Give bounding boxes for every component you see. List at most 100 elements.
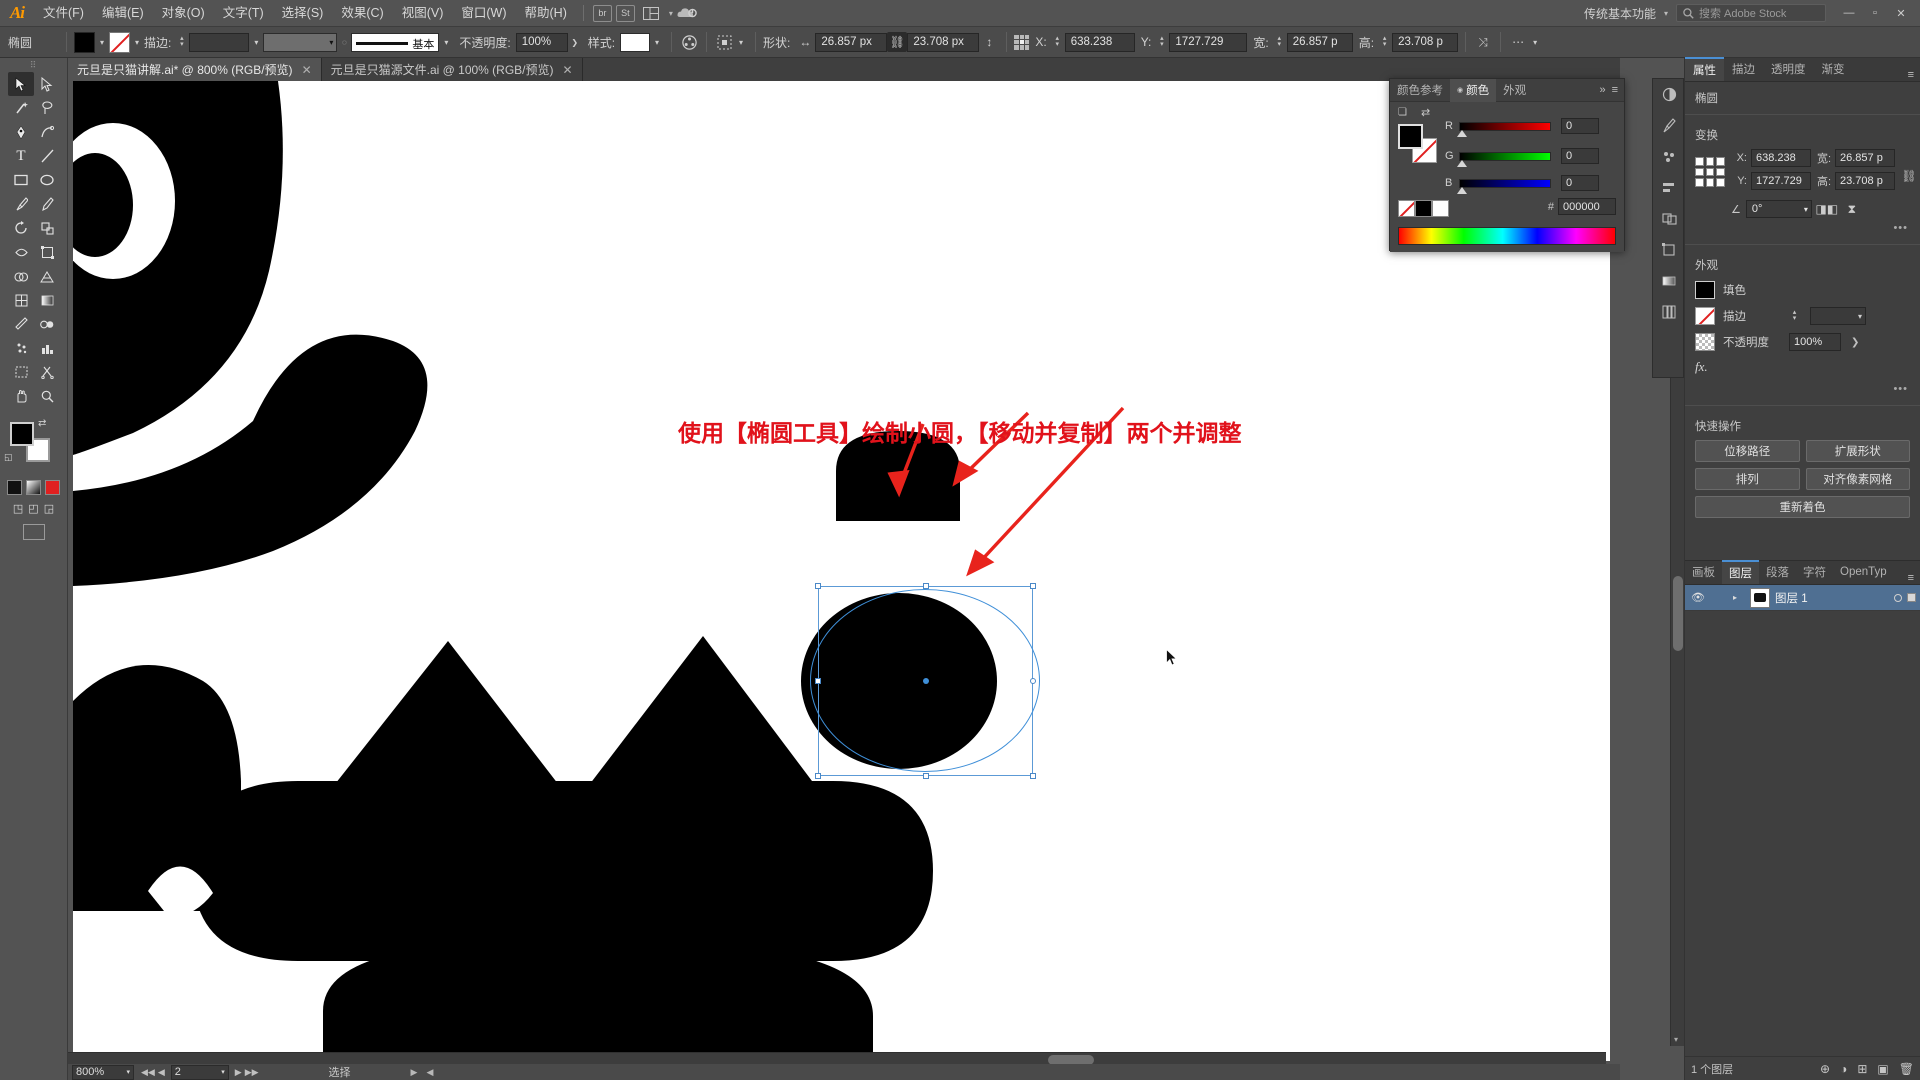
status-prev-icon[interactable]: ▶	[411, 1067, 418, 1078]
tab-appearance[interactable]: 外观	[1496, 79, 1533, 102]
green-slider-thumb[interactable]	[1457, 159, 1467, 167]
zoom-tool[interactable]	[34, 384, 60, 408]
swap-fill-stroke-icon[interactable]: ⇄	[38, 418, 46, 429]
menu-effect[interactable]: 效果(C)	[332, 0, 392, 27]
document-tab-2[interactable]: 元旦是只猫源文件.ai @ 100% (RGB/预览) ✕	[321, 58, 583, 81]
flip-horizontal-icon[interactable]: ◨◧	[1816, 200, 1839, 218]
h-input[interactable]: 23.708 p	[1835, 172, 1895, 190]
shaper-tool[interactable]	[34, 192, 60, 216]
stroke-variable-dropdown[interactable]: ▾	[263, 32, 338, 52]
shape-width-icon[interactable]: ↔	[795, 32, 815, 52]
create-layer-icon[interactable]: ▣	[1877, 1062, 1888, 1076]
artboard[interactable]: 使用【椭圆工具】绘制小圆，【移动并复制】两个并调整	[73, 81, 1610, 1061]
color-panel-fill-swatch[interactable]	[1398, 124, 1423, 149]
gradient-rail-icon[interactable]	[1653, 265, 1685, 296]
y-stepper[interactable]: ▴ ▾	[1156, 35, 1167, 48]
stroke-caret-icon[interactable]: ▾	[130, 32, 144, 52]
next-artboard-icon[interactable]: ▶	[235, 1067, 242, 1078]
menu-window[interactable]: 窗口(W)	[452, 0, 515, 27]
handle-bottom-right[interactable]	[1030, 773, 1036, 779]
eyedropper-tool[interactable]	[8, 312, 34, 336]
workspace-switcher[interactable]: 传统基本功能	[1580, 5, 1660, 22]
layers-panel-menu-icon[interactable]: ≡	[1908, 572, 1920, 584]
handle-middle-left[interactable]	[815, 678, 821, 684]
first-artboard-icon[interactable]: ◀◀	[141, 1067, 155, 1078]
h-stepper[interactable]: ▴ ▾	[1379, 35, 1390, 48]
stock-icon[interactable]: St	[615, 4, 635, 22]
properties-panel-menu-icon[interactable]: ≡	[1908, 69, 1920, 81]
tab-artboards[interactable]: 画板	[1685, 560, 1722, 584]
screen-mode-button[interactable]	[0, 524, 67, 540]
last-artboard-icon[interactable]: ▶▶	[245, 1067, 259, 1078]
tab-gradient[interactable]: 渐变	[1814, 57, 1853, 81]
type-tool[interactable]: T	[8, 144, 34, 168]
constrain-proportions-icon[interactable]: ⛓	[887, 32, 908, 52]
locate-object-icon[interactable]: ⊕	[1820, 1062, 1830, 1076]
x-stepper[interactable]: ▴ ▾	[1052, 35, 1063, 48]
align-rail-icon[interactable]	[1653, 172, 1685, 203]
appearance-fill-swatch[interactable]	[1695, 281, 1715, 299]
expand-shape-button[interactable]: 扩展形状	[1805, 440, 1910, 462]
visibility-eye-icon[interactable]: 👁	[1689, 591, 1707, 604]
slice-tool[interactable]	[34, 360, 60, 384]
selection-bounding-box[interactable]	[810, 583, 1040, 779]
curvature-tool[interactable]	[34, 120, 60, 144]
close-button[interactable]: ✕	[1888, 0, 1914, 27]
blend-tool[interactable]	[34, 312, 60, 336]
tab-paragraph[interactable]: 段落	[1759, 560, 1796, 584]
stroke-profile-caret-icon[interactable]: ▾	[439, 32, 453, 52]
menu-file[interactable]: 文件(F)	[34, 0, 93, 27]
status-next-icon[interactable]: ◀	[426, 1067, 433, 1078]
x-input[interactable]: 638.238	[1064, 32, 1135, 52]
handle-middle-right[interactable]	[1030, 678, 1036, 684]
reference-point-selector[interactable]	[1695, 157, 1725, 187]
layer-row[interactable]: 👁 ▸ 图层 1	[1685, 585, 1920, 611]
make-clipping-mask-icon[interactable]: ◑	[1840, 1062, 1847, 1076]
w-stepper[interactable]: ▴ ▾	[1274, 35, 1285, 48]
appearance-more-options[interactable]: •••	[1685, 381, 1920, 401]
h-input[interactable]: 23.708 p	[1392, 32, 1459, 52]
handle-top-right[interactable]	[1030, 583, 1036, 589]
app-logo[interactable]: Ai	[0, 0, 34, 27]
x-input[interactable]: 638.238	[1751, 149, 1811, 167]
red-slider-track[interactable]	[1457, 121, 1551, 137]
menu-select[interactable]: 选择(S)	[273, 0, 333, 27]
gradient-tool[interactable]	[34, 288, 60, 312]
effects-button[interactable]: fx.	[1685, 355, 1920, 381]
workspace-caret-icon[interactable]: ▾	[1664, 9, 1668, 18]
opacity-input[interactable]: 100%	[1789, 333, 1841, 351]
shape-builder-tool[interactable]	[8, 264, 34, 288]
tab-transparency[interactable]: 透明度	[1763, 57, 1814, 81]
creative-cloud-icon[interactable]	[675, 3, 699, 23]
libraries-rail-icon[interactable]	[1653, 296, 1685, 327]
tab-layers[interactable]: 图层	[1722, 560, 1759, 584]
artboard-tool[interactable]	[8, 360, 34, 384]
style-swatch[interactable]	[620, 32, 651, 52]
column-graph-tool[interactable]	[34, 336, 60, 360]
scroll-down-icon[interactable]: ▾	[1674, 1035, 1678, 1044]
symbol-sprayer-tool[interactable]	[8, 336, 34, 360]
none-swatch[interactable]	[1398, 200, 1415, 217]
close-icon[interactable]: ✕	[302, 63, 312, 77]
stroke-weight-dropdown[interactable]: ▾	[1810, 307, 1866, 325]
hex-input[interactable]: 000000	[1558, 198, 1616, 215]
rotate-tool[interactable]	[8, 216, 34, 240]
transform-more-options[interactable]: •••	[1685, 220, 1920, 240]
gradient-button[interactable]	[26, 480, 41, 495]
zoom-caret-icon[interactable]: ▾	[126, 1068, 130, 1076]
arrange-button[interactable]: 排列	[1695, 468, 1800, 490]
red-value-input[interactable]: 0	[1561, 118, 1599, 134]
tab-character[interactable]: 字符	[1796, 560, 1833, 584]
stroke-swatch[interactable]	[109, 31, 130, 53]
stroke-weight-stepper[interactable]: ▴ ▾	[1789, 309, 1800, 322]
minimize-button[interactable]: —	[1836, 0, 1862, 27]
panel-menu-icon[interactable]: ≡	[1612, 84, 1618, 96]
opacity-expand-icon[interactable]: ❯	[1851, 337, 1859, 348]
reference-point-selector[interactable]	[1014, 34, 1030, 50]
transform-options-icon[interactable]: ⤨	[1473, 32, 1493, 52]
green-value-input[interactable]: 0	[1561, 148, 1599, 164]
opacity-input[interactable]: 100%	[515, 32, 568, 52]
stroke-align-icon[interactable]: ◌	[337, 32, 351, 52]
stroke-weight-input[interactable]	[189, 32, 250, 52]
expand-layer-icon[interactable]: ▸	[1733, 593, 1745, 602]
